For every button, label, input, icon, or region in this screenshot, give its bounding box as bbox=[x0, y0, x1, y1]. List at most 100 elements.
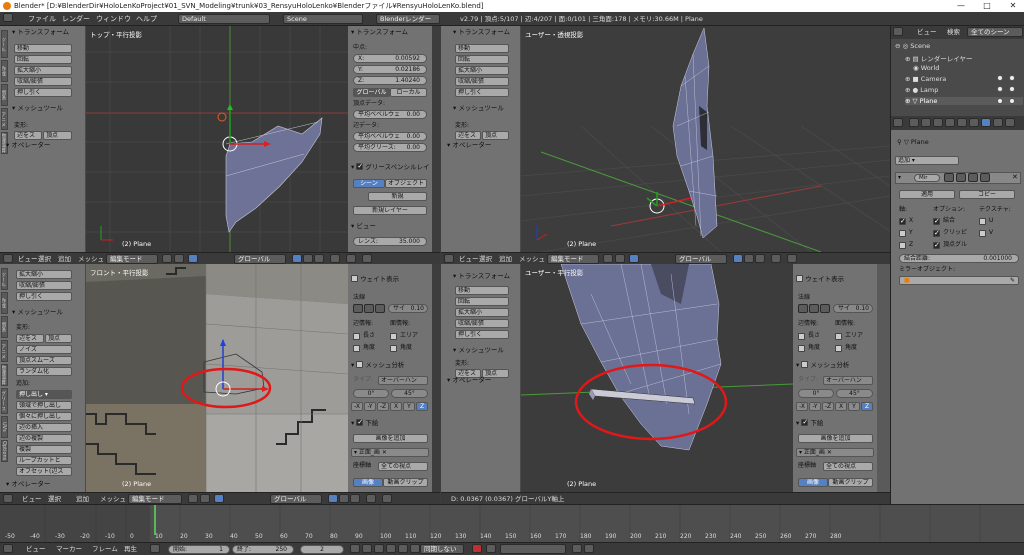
edge-angle-checkbox[interactable] bbox=[353, 345, 360, 352]
background-images-title[interactable]: ▾ 下絵 bbox=[351, 418, 378, 427]
background-images-checkbox[interactable] bbox=[801, 418, 809, 426]
translate-button[interactable]: 移動 bbox=[455, 44, 509, 53]
push-pull-button[interactable]: 押し引く bbox=[16, 292, 72, 301]
pivot-icon[interactable] bbox=[615, 254, 625, 263]
menu-view[interactable]: ビュー bbox=[459, 255, 479, 263]
menu-file[interactable]: ファイル bbox=[28, 14, 56, 24]
menu-mesh[interactable]: メッシュ bbox=[100, 495, 126, 503]
snap-icon[interactable] bbox=[382, 494, 392, 503]
axis-neg-z-button[interactable]: -Z bbox=[377, 402, 389, 411]
new-layer-button[interactable]: 新規レイヤー bbox=[353, 206, 427, 215]
menu-marker[interactable]: マーカー bbox=[56, 545, 82, 553]
push-pull-button[interactable]: 押し引く bbox=[455, 88, 509, 97]
weight-display-row[interactable]: ウェイト表示 bbox=[796, 274, 844, 283]
scale-button[interactable]: 拡大縮小 bbox=[455, 66, 509, 75]
axis-view-dropdown[interactable]: 全ての視点 bbox=[823, 462, 873, 471]
rotate-button[interactable]: 回転 bbox=[455, 297, 509, 306]
viewport-top-left[interactable]: トップ・平行投影 (2) Plane bbox=[86, 26, 348, 252]
slide-vertex-button[interactable]: 頂点 bbox=[43, 131, 72, 140]
vertex-groups-checkbox[interactable] bbox=[933, 241, 940, 249]
slide-edge-button[interactable]: 辺をス bbox=[16, 334, 44, 343]
image-source-toggle[interactable]: 画像 bbox=[798, 478, 828, 487]
shading-icon[interactable] bbox=[188, 494, 198, 503]
weight-checkbox[interactable] bbox=[796, 275, 803, 282]
tab-uvs[interactable]: UVs bbox=[1, 416, 8, 438]
object-tab-icon[interactable] bbox=[957, 118, 967, 127]
axis-neg-z-button[interactable]: -Z bbox=[822, 402, 834, 411]
menu-view[interactable]: ビュー bbox=[22, 495, 42, 503]
movie-clip-toggle[interactable]: 動画クリップ bbox=[383, 478, 428, 487]
length-checkbox[interactable] bbox=[798, 333, 805, 340]
proportional-edit-icon[interactable] bbox=[771, 254, 781, 263]
shading-icon[interactable] bbox=[162, 254, 172, 263]
edge-angle-checkbox[interactable] bbox=[798, 345, 805, 352]
mirror-modifier-header[interactable]: ▾ Mir ✕ bbox=[895, 172, 1021, 184]
maximize-button[interactable]: □ bbox=[978, 0, 996, 12]
mesh-tools-title[interactable]: ▾ メッシュツール bbox=[453, 104, 504, 112]
transform-panel-title[interactable]: ▾ トランスフォーム bbox=[453, 272, 510, 280]
delete-keyframe-icon[interactable] bbox=[584, 544, 594, 553]
tab-tools[interactable]: ツール bbox=[1, 30, 8, 58]
image-source-toggle[interactable]: 画像 bbox=[353, 478, 383, 487]
area-checkbox[interactable] bbox=[835, 333, 842, 340]
view-panel-title[interactable]: ▾ ビュー bbox=[351, 222, 376, 230]
menu-view[interactable]: ビュー bbox=[18, 255, 38, 263]
texture-v-checkbox[interactable] bbox=[979, 230, 986, 237]
edge-select-icon[interactable] bbox=[339, 494, 349, 503]
snap-icon[interactable] bbox=[787, 254, 797, 263]
movie-clip-toggle[interactable]: 動画クリップ bbox=[828, 478, 873, 487]
operator-panel-title[interactable]: ▾ オペレーター bbox=[447, 141, 491, 149]
jump-end-icon[interactable] bbox=[410, 544, 420, 553]
slide-edge-button[interactable]: 辺をス bbox=[455, 131, 481, 140]
mesh-tools-title[interactable]: ▾ メッシュツール bbox=[12, 104, 63, 112]
normal-split-icon[interactable] bbox=[809, 304, 819, 313]
editor-type-icon[interactable] bbox=[3, 494, 13, 503]
outliner-item-world[interactable]: ◉ World bbox=[913, 64, 939, 72]
viewport-bottom-left[interactable]: フロント・平行投影 (2) Plane bbox=[86, 264, 348, 492]
manipulator-icon[interactable] bbox=[188, 254, 198, 263]
render-camera-icon[interactable] bbox=[1009, 86, 1015, 92]
edge-select-icon[interactable] bbox=[303, 254, 313, 263]
axis-y-button[interactable]: Y bbox=[848, 402, 860, 411]
outliner-item-camera[interactable]: ⊕ ■ Camera bbox=[905, 75, 946, 83]
proportional-edit-icon[interactable] bbox=[330, 254, 340, 263]
axis-neg-x-button[interactable]: -X bbox=[796, 402, 808, 411]
menu-mesh[interactable]: メッシュ bbox=[78, 255, 104, 263]
scene-source-toggle[interactable]: シーン bbox=[353, 179, 385, 188]
jump-start-icon[interactable] bbox=[350, 544, 360, 553]
shading-icon[interactable] bbox=[603, 254, 613, 263]
scale-button[interactable]: 拡大縮小 bbox=[455, 308, 509, 317]
duplicate-edge-button[interactable]: 辺の複製 bbox=[16, 434, 72, 443]
visibility-eye-icon[interactable] bbox=[997, 98, 1003, 104]
render-display-icon[interactable] bbox=[956, 173, 966, 182]
tab-grease-pencil[interactable]: グリースペンシル bbox=[1, 388, 8, 414]
push-pull-button[interactable]: 押し引く bbox=[14, 88, 72, 97]
area-checkbox[interactable] bbox=[390, 333, 397, 340]
analysis-max-field[interactable]: 45° bbox=[836, 389, 873, 398]
face-select-icon[interactable] bbox=[314, 254, 324, 263]
current-frame-field[interactable]: 2 bbox=[300, 545, 344, 554]
mirror-y-checkbox[interactable] bbox=[899, 230, 906, 237]
tab-physics[interactable]: 物理演算 bbox=[1, 364, 8, 386]
vertex-select-icon[interactable] bbox=[292, 254, 302, 263]
menu-select[interactable]: 選択 bbox=[38, 255, 51, 263]
modifiers-tab-icon[interactable] bbox=[981, 118, 991, 127]
sync-mode-dropdown[interactable]: 同期しない bbox=[420, 544, 464, 554]
merge-checkbox[interactable] bbox=[933, 217, 940, 225]
normal-vertex-icon[interactable] bbox=[798, 304, 808, 313]
snap-icon[interactable] bbox=[346, 254, 356, 263]
render-camera-icon[interactable] bbox=[1009, 75, 1015, 81]
vertex-select-icon[interactable] bbox=[733, 254, 743, 263]
axis-y-button[interactable]: Y bbox=[403, 402, 415, 411]
tab-options[interactable]: Options bbox=[1, 440, 8, 462]
eyedropper-icon[interactable]: ✎ bbox=[1010, 277, 1015, 284]
viewport-bottom-right[interactable]: ユーザー・平行投影 (2) Plane bbox=[521, 264, 793, 492]
menu-add[interactable]: 追加 bbox=[76, 495, 89, 503]
axis-neg-y-button[interactable]: -Y bbox=[809, 402, 821, 411]
menu-render[interactable]: レンダー bbox=[62, 14, 90, 24]
render-camera-icon[interactable] bbox=[1009, 98, 1015, 104]
mirror-object-field[interactable]: ■ ✎ bbox=[899, 276, 1019, 285]
rotate-button[interactable]: 回転 bbox=[455, 55, 509, 64]
viewport-top-right[interactable]: ユーザー・透視投影 (2) Plane bbox=[521, 26, 890, 252]
tab-create[interactable]: 作成 bbox=[1, 60, 8, 82]
